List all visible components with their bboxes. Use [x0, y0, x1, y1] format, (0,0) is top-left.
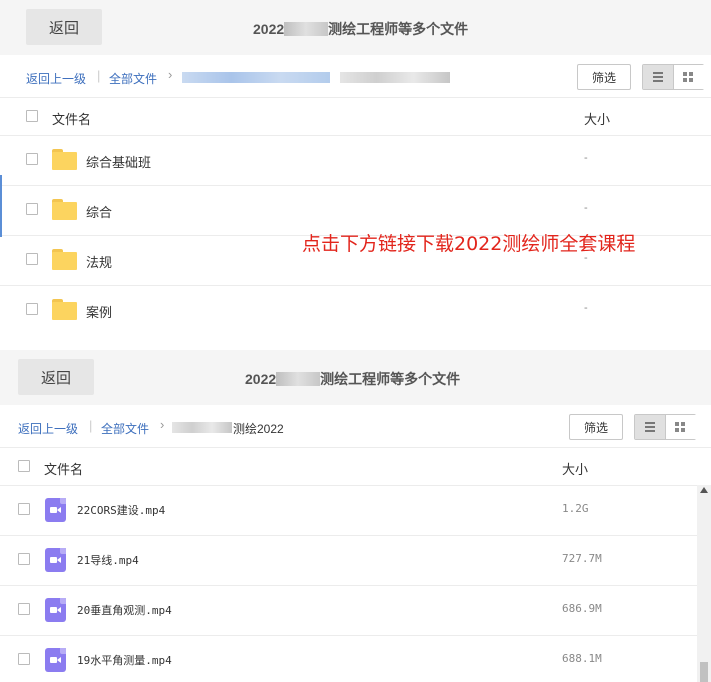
row-checkbox[interactable]	[18, 503, 30, 515]
share-title-suffix: 测绘工程师等多个文件	[328, 21, 469, 37]
share-title-suffix: 测绘工程师等多个文件	[320, 371, 461, 387]
column-size-label[interactable]: 大小	[562, 459, 588, 478]
chevron-right-icon: ›	[160, 417, 165, 432]
row-hover-indicator	[0, 175, 2, 237]
file-name[interactable]: 法规	[86, 252, 112, 271]
file-list-scrollbar[interactable]	[697, 485, 711, 682]
file-name[interactable]: 20垂直角观测.mp4	[77, 602, 172, 618]
file-row[interactable]: 案例 -	[0, 285, 711, 330]
redacted-title-blur	[284, 22, 329, 36]
file-name[interactable]: 案例	[86, 302, 112, 321]
top-header: 返回 2022 测绘工程师等多个文件	[0, 0, 711, 55]
top-share-panel: 返回 2022 测绘工程师等多个文件 返回上一级 | 全部文件 › 筛选 文件名 …	[0, 0, 711, 330]
column-header: 文件名 大小	[0, 447, 711, 486]
redacted-breadcrumb[interactable]	[182, 72, 330, 83]
folder-icon	[52, 199, 77, 220]
redacted-breadcrumb	[172, 422, 232, 433]
bottom-share-panel: 返回 2022 测绘工程师等多个文件 返回上一级 | 全部文件 › 测绘2022 …	[0, 350, 711, 682]
share-title-prefix: 2022	[245, 371, 277, 387]
file-size: 686.9M	[562, 602, 602, 615]
folder-icon	[52, 149, 77, 170]
breadcrumb-current[interactable]: 测绘2022	[233, 420, 284, 437]
download-promo-text: 点击下方链接下载2022测绘师全套课程	[302, 233, 636, 255]
file-size: -	[584, 152, 588, 164]
file-name[interactable]: 综合基础班	[86, 152, 151, 171]
file-size: 1.2G	[562, 502, 589, 515]
grid-view-icon	[683, 72, 694, 83]
column-header: 文件名 大小	[0, 97, 711, 136]
file-name[interactable]: 19水平角测量.mp4	[77, 652, 172, 668]
scroll-up-arrow-icon[interactable]	[700, 487, 708, 493]
list-view-button[interactable]	[643, 65, 674, 89]
file-row[interactable]: 21导线.mp4 727.7M	[0, 535, 711, 586]
column-name-label[interactable]: 文件名	[44, 459, 83, 478]
share-title-prefix: 2022	[253, 21, 285, 37]
view-toggle	[634, 414, 696, 440]
file-name[interactable]: 22CORS建设.mp4	[77, 502, 165, 518]
top-toolbar: 返回上一级 | 全部文件 › 筛选	[0, 55, 711, 98]
row-checkbox[interactable]	[18, 653, 30, 665]
bottom-header: 返回 2022 测绘工程师等多个文件	[0, 350, 711, 405]
grid-view-icon	[675, 422, 686, 433]
row-checkbox[interactable]	[26, 203, 38, 215]
file-name[interactable]: 综合	[86, 202, 112, 221]
nav-separator: |	[89, 418, 93, 433]
video-file-icon	[45, 598, 66, 622]
chevron-right-icon: ›	[168, 67, 173, 82]
file-row[interactable]: 22CORS建设.mp4 1.2G	[0, 485, 711, 536]
panel-divider	[0, 330, 711, 350]
file-row[interactable]: 20垂直角观测.mp4 686.9M	[0, 585, 711, 636]
row-checkbox[interactable]	[26, 153, 38, 165]
row-checkbox[interactable]	[26, 253, 38, 265]
scrollbar-thumb[interactable]	[700, 662, 708, 682]
share-title: 2022 测绘工程师等多个文件	[245, 369, 460, 389]
file-row[interactable]: 19水平角测量.mp4 688.1M	[0, 635, 711, 682]
list-view-icon	[653, 72, 663, 82]
bottom-toolbar: 返回上一级 | 全部文件 › 测绘2022 筛选	[0, 405, 711, 448]
filter-button[interactable]: 筛选	[569, 414, 623, 440]
video-file-icon	[45, 648, 66, 672]
back-button[interactable]: 返回	[26, 9, 102, 45]
all-files-link[interactable]: 全部文件	[101, 420, 149, 437]
folder-icon	[52, 299, 77, 320]
file-size: 727.7M	[562, 552, 602, 565]
file-size: 688.1M	[562, 652, 602, 665]
column-name-label[interactable]: 文件名	[52, 109, 91, 128]
row-checkbox[interactable]	[18, 603, 30, 615]
row-checkbox[interactable]	[26, 303, 38, 315]
grid-view-button[interactable]	[666, 415, 696, 439]
column-size-label[interactable]: 大小	[584, 109, 610, 128]
redacted-breadcrumb-tail	[340, 72, 450, 83]
file-name[interactable]: 21导线.mp4	[77, 552, 139, 568]
all-files-link[interactable]: 全部文件	[109, 70, 157, 87]
list-view-icon	[645, 422, 655, 432]
video-file-icon	[45, 548, 66, 572]
view-toggle	[642, 64, 704, 90]
back-up-link[interactable]: 返回上一级	[26, 70, 86, 87]
nav-separator: |	[97, 68, 101, 83]
video-file-icon	[45, 498, 66, 522]
filter-button[interactable]: 筛选	[577, 64, 631, 90]
list-view-button[interactable]	[635, 415, 666, 439]
file-size: -	[584, 202, 588, 214]
file-row[interactable]: 综合基础班 -	[0, 135, 711, 186]
share-title: 2022 测绘工程师等多个文件	[253, 19, 468, 39]
back-up-link[interactable]: 返回上一级	[18, 420, 78, 437]
grid-view-button[interactable]	[674, 65, 704, 89]
folder-icon	[52, 249, 77, 270]
file-size: -	[584, 302, 588, 314]
row-checkbox[interactable]	[18, 553, 30, 565]
back-button[interactable]: 返回	[18, 359, 94, 395]
select-all-checkbox[interactable]	[26, 110, 38, 122]
redacted-title-blur	[276, 372, 321, 386]
select-all-checkbox[interactable]	[18, 460, 30, 472]
